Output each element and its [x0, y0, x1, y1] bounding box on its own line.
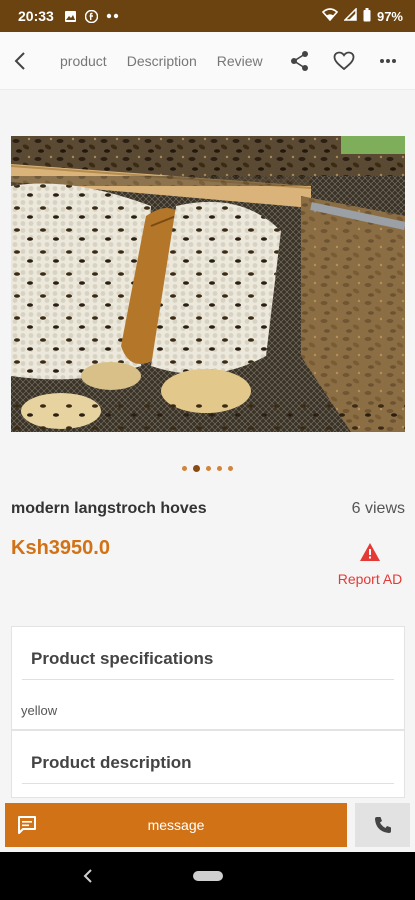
signal-icon	[343, 7, 357, 24]
carousel-dot[interactable]	[182, 466, 187, 471]
more-dots-icon	[106, 13, 120, 19]
more-vert-icon[interactable]	[375, 48, 401, 74]
description-card: Product description	[11, 730, 405, 798]
view-count: 6 views	[351, 500, 405, 517]
product-price: Ksh3950.0	[11, 537, 110, 559]
wifi-icon	[321, 8, 339, 24]
share-icon[interactable]	[287, 48, 313, 74]
product-image[interactable]	[11, 136, 405, 432]
carousel-dot[interactable]	[206, 466, 211, 471]
tab-product[interactable]: product	[60, 53, 107, 69]
divider	[22, 783, 394, 784]
heart-icon[interactable]	[331, 48, 357, 74]
description-heading: Product description	[31, 753, 192, 772]
chat-icon	[5, 815, 49, 835]
report-ad-label: Report AD	[337, 571, 403, 587]
message-button[interactable]: message	[5, 803, 347, 847]
battery-icon	[363, 7, 371, 25]
facebook-icon	[84, 9, 98, 23]
specifications-heading: Product specifications	[31, 649, 214, 668]
phone-icon	[374, 817, 391, 833]
divider	[22, 679, 394, 680]
status-right-group: 97%	[321, 7, 403, 25]
warning-icon	[360, 543, 380, 561]
back-arrow-icon	[14, 51, 25, 70]
carousel-indicator	[0, 465, 415, 472]
message-button-label: message	[147, 817, 205, 833]
tab-review[interactable]: Review	[217, 53, 263, 69]
report-ad-button[interactable]: Report AD	[335, 542, 405, 587]
back-button[interactable]	[2, 32, 38, 90]
status-bar: 20:33 97%	[0, 0, 415, 32]
battery-percent: 97%	[376, 8, 403, 24]
call-button[interactable]	[355, 803, 410, 847]
nav-home-pill[interactable]	[193, 871, 223, 881]
image-icon	[64, 10, 77, 23]
bottom-action-bar: message	[0, 798, 415, 852]
header-actions	[287, 48, 415, 74]
tab-description[interactable]: Description	[127, 53, 197, 69]
nav-back-icon[interactable]	[78, 866, 98, 886]
status-time: 20:33	[18, 8, 54, 24]
specification-value: yellow	[21, 703, 58, 718]
app-header: product Description Review	[0, 32, 415, 90]
carousel-dot[interactable]	[217, 466, 222, 471]
carousel-dot-active[interactable]	[193, 465, 200, 472]
specifications-card: Product specifications yellow	[11, 626, 405, 730]
product-title: modern langstroch hoves	[11, 500, 207, 517]
honeycomb-photo	[11, 136, 405, 432]
carousel-dot[interactable]	[228, 466, 233, 471]
system-nav-bar	[0, 852, 415, 900]
